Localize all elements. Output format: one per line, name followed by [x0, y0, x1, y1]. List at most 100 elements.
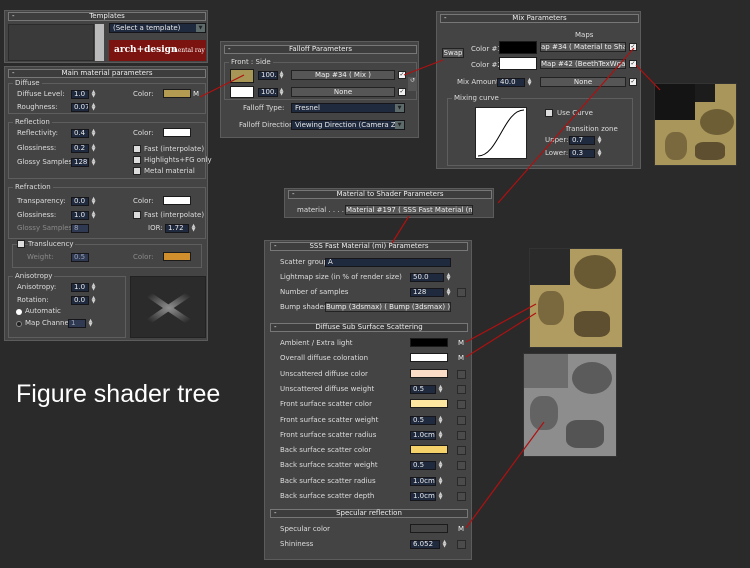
spinner-arrows[interactable]: ▲ ▼: [91, 144, 96, 153]
dsss-row-color-swatch[interactable]: [410, 338, 448, 347]
swap-button[interactable]: Swap: [442, 48, 464, 58]
spinner-arrows[interactable]: ▲ ▼: [91, 90, 96, 99]
diffuse-map-button[interactable]: M: [192, 90, 200, 99]
dsss-row-color-swatch[interactable]: [410, 353, 448, 363]
automatic-radio[interactable]: [16, 309, 22, 315]
dsss-row-color-swatch[interactable]: [410, 368, 448, 378]
lightmap-size-field[interactable]: 50.0: [410, 273, 444, 282]
metal-material-checkbox[interactable]: [133, 167, 141, 175]
dsss-row-map-button[interactable]: M: [457, 354, 465, 363]
dsss-row-value-field[interactable]: 0.5: [410, 415, 436, 425]
mts-rollout-header[interactable]: - Material to Shader Parameters: [288, 190, 492, 199]
spinner-arrows[interactable]: ▲ ▼: [91, 103, 96, 112]
spinner-arrows[interactable]: ▲ ▼: [442, 540, 447, 549]
scatter-group-field[interactable]: A: [325, 258, 451, 267]
reflection-samples-field[interactable]: 128: [71, 158, 89, 167]
translucency-checkbox[interactable]: [17, 240, 25, 248]
number-of-samples-field[interactable]: 128: [410, 288, 444, 297]
shininess-field[interactable]: 6.052: [410, 540, 440, 549]
diffuse-color-swatch[interactable]: [163, 89, 191, 98]
mix-amount-checkbox[interactable]: ✓: [629, 78, 637, 86]
falloff-map1-button[interactable]: Map #34 ( Mix ): [291, 70, 395, 80]
chevron-down-icon[interactable]: ▼: [196, 24, 205, 32]
map-channel-radio[interactable]: [16, 321, 22, 327]
reflection-glossiness-field[interactable]: 0.2: [71, 144, 89, 153]
spinner-arrows[interactable]: ▲ ▼: [279, 88, 284, 97]
spinner-arrows[interactable]: ▲ ▼: [91, 211, 96, 220]
dsss-row-map-slot[interactable]: [457, 446, 466, 456]
dsss-row-value-field[interactable]: 0.5: [410, 384, 436, 394]
mix-color1-map-button[interactable]: ap #34 ( Material to Shader ): [540, 42, 626, 52]
spinner-arrows[interactable]: ▲ ▼: [91, 197, 96, 206]
spinner-arrows[interactable]: ▲ ▼: [597, 149, 602, 158]
spinner-arrows[interactable]: ▲ ▼: [91, 158, 96, 167]
dsss-row-map-slot[interactable]: [457, 384, 466, 394]
falloff-map1-checkbox[interactable]: ✓: [398, 71, 406, 79]
specular-map-button[interactable]: M: [457, 525, 465, 534]
refraction-color-swatch[interactable]: [163, 196, 191, 205]
chevron-down-icon[interactable]: ▼: [395, 121, 404, 129]
dsss-row-map-slot[interactable]: [457, 430, 466, 440]
spinner-arrows[interactable]: ▲ ▼: [91, 129, 96, 138]
dsss-row-map-slot[interactable]: [457, 415, 466, 425]
spinner-arrows[interactable]: ▲ ▼: [279, 71, 284, 80]
samples-map-slot[interactable]: [457, 288, 466, 297]
spinner-arrows[interactable]: ▲ ▼: [438, 415, 443, 425]
spinner-arrows[interactable]: ▲ ▼: [597, 136, 602, 145]
template-scrollbar[interactable]: [95, 24, 104, 61]
spinner-arrows[interactable]: ▲ ▼: [527, 78, 532, 87]
lower-field[interactable]: 0.3: [569, 149, 595, 158]
mix-color2-swatch[interactable]: [499, 57, 537, 70]
spinner-arrows[interactable]: ▲ ▼: [191, 224, 196, 233]
dsss-row-value-field[interactable]: 0.5: [410, 461, 436, 471]
spinner-arrows[interactable]: ▲ ▼: [438, 461, 443, 470]
dsss-row-map-slot[interactable]: [457, 369, 466, 379]
chevron-down-icon[interactable]: ▼: [395, 104, 404, 112]
reflection-color-swatch[interactable]: [163, 128, 191, 137]
spinner-arrows[interactable]: ▲ ▼: [438, 492, 443, 501]
sss-rollout-header[interactable]: - SSS Fast Material (mi) Parameters: [270, 242, 468, 251]
spinner-arrows[interactable]: ▲ ▼: [91, 283, 96, 292]
dsss-row-value-field[interactable]: 1.0cm: [410, 492, 436, 501]
template-select[interactable]: (Select a template) ▼: [109, 23, 206, 33]
falloff-value2-field[interactable]: 100.0: [258, 88, 278, 97]
dsss-row-map-slot[interactable]: [457, 492, 466, 501]
swap-arrows-icon[interactable]: ↺: [408, 77, 417, 91]
dsss-row-color-swatch[interactable]: [410, 445, 448, 455]
falloff-type-select[interactable]: Fresnel ▼: [291, 103, 405, 113]
spinner-arrows[interactable]: ▲ ▼: [438, 384, 443, 394]
mix-amount-map-button[interactable]: None: [540, 77, 626, 87]
ior-field[interactable]: 1.72: [165, 224, 189, 233]
reflection-fast-checkbox[interactable]: [133, 145, 141, 153]
dsss-row-map-slot[interactable]: [457, 461, 466, 471]
mix-color1-checkbox[interactable]: ✓: [629, 43, 637, 51]
dsss-row-color-swatch[interactable]: [410, 399, 448, 409]
reflectivity-field[interactable]: 0.4: [71, 129, 89, 138]
falloff-color1-swatch[interactable]: [230, 69, 254, 83]
falloff-direction-select[interactable]: Viewing Direction (Camera Z-Axis) ▼: [291, 120, 405, 130]
transparency-field[interactable]: 0.0: [71, 197, 89, 206]
spinner-arrows[interactable]: ▲ ▼: [88, 319, 93, 328]
mix-rollout-header[interactable]: - Mix Parameters: [440, 14, 639, 23]
falloff-map2-button[interactable]: None: [291, 87, 395, 97]
main-params-rollout-header[interactable]: - Main material parameters: [8, 69, 206, 78]
falloff-rollout-header[interactable]: - Falloff Parameters: [224, 45, 417, 54]
spinner-arrows[interactable]: ▲ ▼: [438, 476, 443, 486]
mix-color2-checkbox[interactable]: ✓: [629, 60, 637, 68]
spec-rollout-header[interactable]: - Specular reflection: [270, 509, 468, 518]
spinner-arrows[interactable]: ▲ ▼: [446, 288, 451, 297]
falloff-map2-checkbox[interactable]: ✓: [398, 88, 406, 96]
spinner-arrows[interactable]: ▲ ▼: [438, 430, 443, 440]
mix-color1-swatch[interactable]: [499, 41, 537, 54]
mix-amount-field[interactable]: 40.0: [497, 78, 525, 87]
rotation-field[interactable]: 0.0: [71, 296, 89, 305]
falloff-color2-swatch[interactable]: [230, 86, 254, 98]
specular-color-swatch[interactable]: [410, 524, 448, 533]
mix-color2-map-button[interactable]: Map #42 (BeethTexWga): [540, 59, 626, 69]
refraction-fast-checkbox[interactable]: [133, 211, 141, 219]
bump-shader-button[interactable]: Bump (3dsmax) ( Bump (3dsmax) ): [325, 302, 451, 312]
dsss-rollout-header[interactable]: - Diffuse Sub Surface Scattering: [270, 323, 468, 332]
dsss-row-map-slot[interactable]: [457, 476, 466, 486]
anisotropy-field[interactable]: 1.0: [71, 283, 89, 292]
shininess-map-slot[interactable]: [457, 540, 466, 549]
